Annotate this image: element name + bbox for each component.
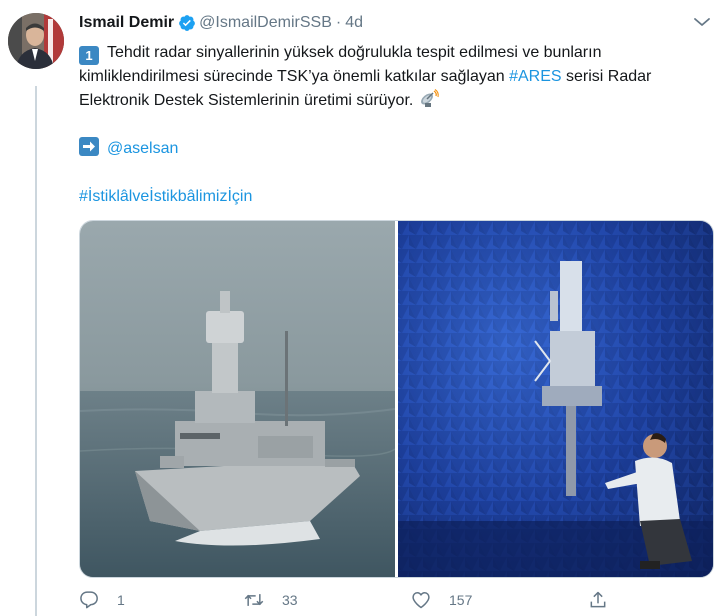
right-arrow-icon — [79, 137, 99, 156]
tweet-text: 1 Tehdit radar sinyallerinin yüksek doğru… — [79, 41, 719, 209]
tweet-timestamp[interactable]: 4d — [345, 14, 363, 32]
tweet-paragraph-mention: @aselsan — [79, 137, 719, 161]
tweet-paragraph-main: 1 Tehdit radar sinyallerinin yüksek doğru… — [79, 41, 719, 113]
reply-icon — [80, 591, 98, 609]
header-separator: · — [335, 14, 342, 31]
verified-badge-icon — [179, 15, 196, 31]
like-count: 157 — [449, 592, 473, 608]
keycap-one-icon: 1 — [79, 46, 99, 65]
tweet-actions: 1 33 157 — [79, 590, 719, 616]
anechoic-chamber-photo[interactable] — [398, 221, 713, 577]
author-handle[interactable]: @IsmailDemirSSB — [199, 14, 332, 32]
like-action[interactable]: 157 — [411, 590, 472, 610]
satellite-antenna-icon — [420, 89, 439, 107]
mention-aselsan-link[interactable]: @aselsan — [107, 140, 178, 157]
avatar[interactable] — [8, 13, 64, 69]
retweet-action[interactable]: 33 — [244, 590, 298, 610]
reply-count: 1 — [117, 592, 125, 608]
tweet-media[interactable] — [79, 220, 714, 578]
warship-photo[interactable] — [80, 221, 396, 577]
share-action[interactable] — [588, 590, 608, 610]
tweet-paragraph-hashtag: #İstiklâlveİstikbâlimizİçin — [79, 185, 719, 209]
retweet-count: 33 — [282, 592, 298, 608]
author-name[interactable]: Ismail Demir — [79, 14, 174, 32]
share-icon — [590, 591, 606, 608]
avatar-image — [8, 13, 64, 69]
hashtag-istiklal-link[interactable]: #İstiklâlveİstikbâlimizİçin — [79, 188, 252, 205]
retweet-icon — [244, 594, 264, 606]
hashtag-ares-link[interactable]: #ARES — [509, 68, 561, 85]
chevron-down-icon[interactable] — [691, 14, 713, 30]
reply-action[interactable]: 1 — [79, 590, 125, 610]
heart-icon — [412, 592, 430, 609]
thread-line — [35, 86, 37, 616]
tweet-header: Ismail Demir @IsmailDemirSSB · 4d — [79, 12, 363, 34]
